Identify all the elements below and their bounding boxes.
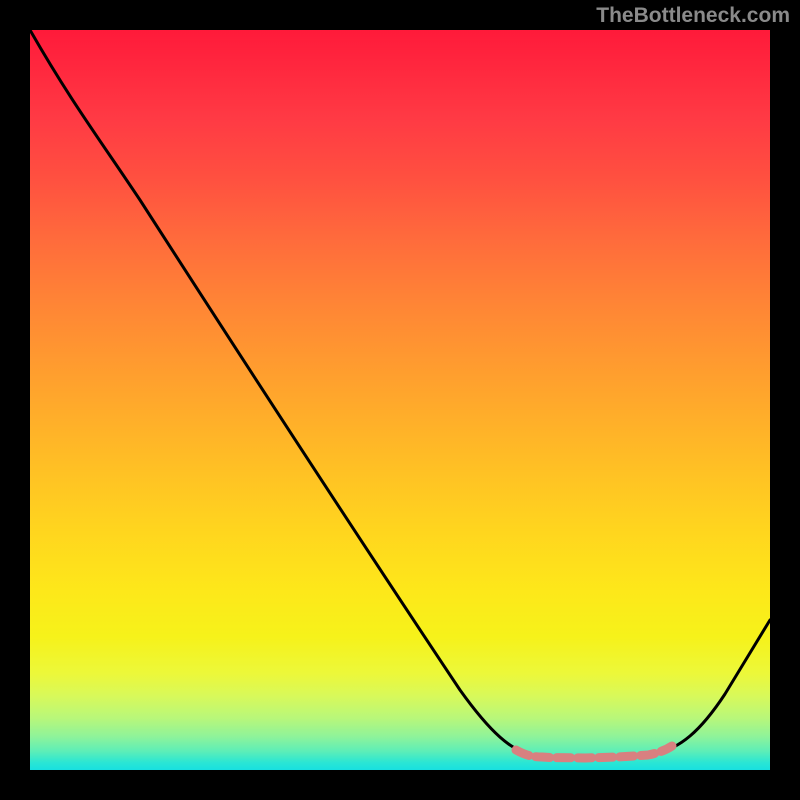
watermark-text: TheBottleneck.com xyxy=(596,4,790,28)
curve-overlay xyxy=(30,30,770,770)
highlight-minimum-segment xyxy=(516,746,672,758)
bottleneck-curve-line xyxy=(30,30,770,758)
plot-area xyxy=(30,30,770,770)
